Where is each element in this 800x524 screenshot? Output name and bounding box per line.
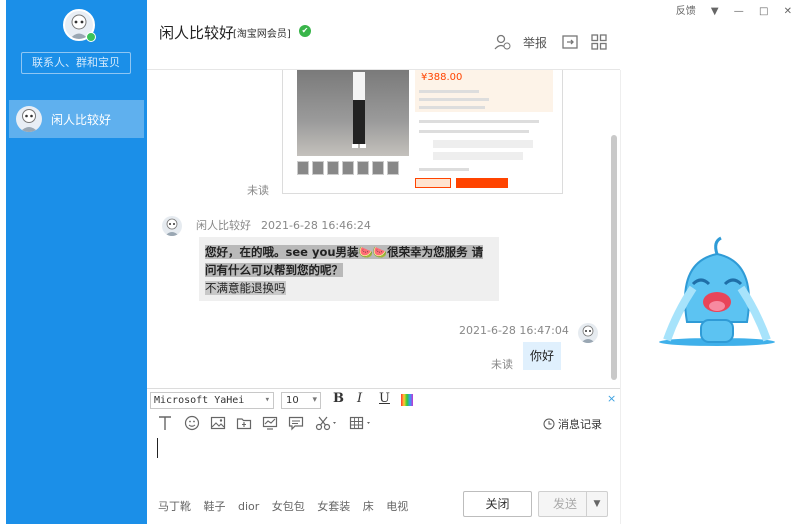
- quick-tag[interactable]: 女包包: [272, 500, 305, 513]
- contact-name: 闲人比较好: [51, 113, 112, 127]
- chat-scrollbar[interactable]: [611, 135, 617, 380]
- quick-tag[interactable]: 鞋子: [204, 500, 226, 513]
- contact-avatar: [16, 106, 42, 132]
- quick-tag[interactable]: 床: [363, 500, 374, 513]
- minimize-button[interactable]: —: [734, 6, 744, 17]
- font-size-select[interactable]: 10 ▾: [281, 392, 321, 409]
- product-thumbnails: [297, 161, 409, 177]
- add-user-icon[interactable]: [493, 33, 511, 51]
- quick-tag[interactable]: dior: [238, 500, 259, 513]
- send-label: 发送: [553, 497, 578, 511]
- image-icon[interactable]: [210, 415, 226, 431]
- quick-tag[interactable]: 马丁靴: [158, 500, 191, 513]
- model-figure: [352, 72, 366, 148]
- message-time: 2021-6-28 16:47:04: [459, 324, 569, 337]
- message-text: 您好，在的哦。see you男装🍉🍉很荣幸为您服务 请: [205, 245, 484, 259]
- table-icon[interactable]: [349, 415, 375, 431]
- member-badge: [淘宝网会员]: [233, 29, 291, 40]
- chevron-down-icon: ▾: [264, 395, 270, 405]
- outgoing-message-bubble[interactable]: 你好: [523, 342, 561, 370]
- input-toolbar: 消息记录: [147, 410, 620, 436]
- chevron-down-icon[interactable]: ▼: [586, 492, 607, 516]
- message-list[interactable]: ¥388.00 未读 闲人比较好 2021-6-28 16:46:24 您好，在的…: [147, 70, 620, 388]
- comment-icon[interactable]: [288, 415, 304, 431]
- online-status-icon: [86, 32, 96, 42]
- sender-avatar[interactable]: [162, 216, 182, 236]
- chevron-down-icon: ▾: [312, 395, 317, 405]
- menu-button[interactable]: ▼: [711, 6, 719, 17]
- screen-icon[interactable]: [262, 415, 278, 431]
- report-button[interactable]: 举报: [523, 34, 547, 51]
- italic-button[interactable]: I: [357, 391, 362, 406]
- close-window-button[interactable]: ✕: [784, 6, 792, 17]
- close-toolbar-button[interactable]: ×: [607, 392, 616, 405]
- bold-button[interactable]: B: [333, 391, 344, 406]
- sidebar-item-contact[interactable]: 闲人比较好: [9, 100, 144, 138]
- message-input[interactable]: [147, 436, 620, 488]
- message-meta: 闲人比较好 2021-6-28 16:46:24: [196, 217, 371, 233]
- history-label: 消息记录: [558, 418, 602, 431]
- incoming-message-bubble[interactable]: 您好，在的哦。see you男装🍉🍉很荣幸为您服务 请 问有什么可以帮到您的呢？…: [199, 237, 499, 301]
- send-button[interactable]: 发送 ▼: [538, 491, 608, 517]
- message-time: 2021-6-28 16:46:24: [261, 219, 371, 232]
- text-cursor: [157, 438, 158, 458]
- product-photo: [297, 70, 409, 156]
- read-status: 未读: [247, 184, 269, 197]
- font-icon[interactable]: [157, 415, 173, 431]
- font-family-value: Microsoft YaHei: [154, 395, 245, 406]
- message-text: 不满意能退换吗: [205, 281, 286, 295]
- scissors-icon[interactable]: [315, 415, 339, 431]
- contact-search-input[interactable]: 联系人、群和宝贝: [21, 52, 131, 74]
- crying-sticker-icon: [659, 236, 775, 346]
- buy-now-thumb: [415, 178, 451, 188]
- product-screenshot-image[interactable]: ¥388.00: [282, 70, 563, 194]
- emoji-icon[interactable]: [184, 415, 200, 431]
- message-text: 你好: [529, 349, 554, 363]
- clock-icon: [543, 418, 555, 430]
- bottom-bar: 马丁靴 鞋子 dior 女包包 女套装 床 电视 关闭 发送 ▼: [147, 488, 620, 524]
- chat-window: 联系人、群和宝贝 闲人比较好 反馈 ▼ — □ ✕ 闲人比较好 [淘宝网会员] …: [0, 0, 800, 524]
- product-price: ¥388.00: [421, 72, 463, 83]
- folder-icon[interactable]: [236, 415, 252, 431]
- verified-check-icon: ✔: [299, 25, 311, 37]
- font-family-select[interactable]: Microsoft YaHei ▾: [150, 392, 274, 409]
- quick-tag[interactable]: 女套装: [317, 500, 350, 513]
- right-panel: [620, 70, 800, 524]
- apps-grid-icon[interactable]: [590, 33, 608, 51]
- quick-tag[interactable]: 电视: [386, 500, 408, 513]
- window-controls: 反馈 ▼ — □ ✕: [664, 2, 792, 17]
- chat-header: 闲人比较好 [淘宝网会员] ✔ 举报: [147, 0, 620, 70]
- sender-name: 闲人比较好: [196, 219, 251, 232]
- transfer-file-icon[interactable]: [561, 33, 579, 51]
- message-history-button[interactable]: 消息记录: [543, 416, 602, 432]
- read-status: 未读: [491, 358, 513, 371]
- font-toolbar: Microsoft YaHei ▾ 10 ▾ B I U ×: [147, 388, 620, 410]
- add-cart-thumb: [456, 178, 508, 188]
- maximize-button[interactable]: □: [759, 6, 768, 17]
- underline-button[interactable]: U: [379, 391, 390, 406]
- feedback-link[interactable]: 反馈: [676, 6, 696, 17]
- message-text: 问有什么可以帮到您的呢？: [205, 263, 343, 277]
- close-button[interactable]: 关闭: [463, 491, 532, 517]
- chat-title: 闲人比较好: [159, 24, 235, 42]
- quick-tags: 马丁靴 鞋子 dior 女包包 女套装 床 电视: [158, 498, 417, 514]
- color-palette-icon[interactable]: [401, 394, 413, 406]
- sidebar: 联系人、群和宝贝 闲人比较好: [6, 0, 147, 524]
- font-size-value: 10: [286, 395, 299, 406]
- my-message-avatar[interactable]: [578, 323, 598, 343]
